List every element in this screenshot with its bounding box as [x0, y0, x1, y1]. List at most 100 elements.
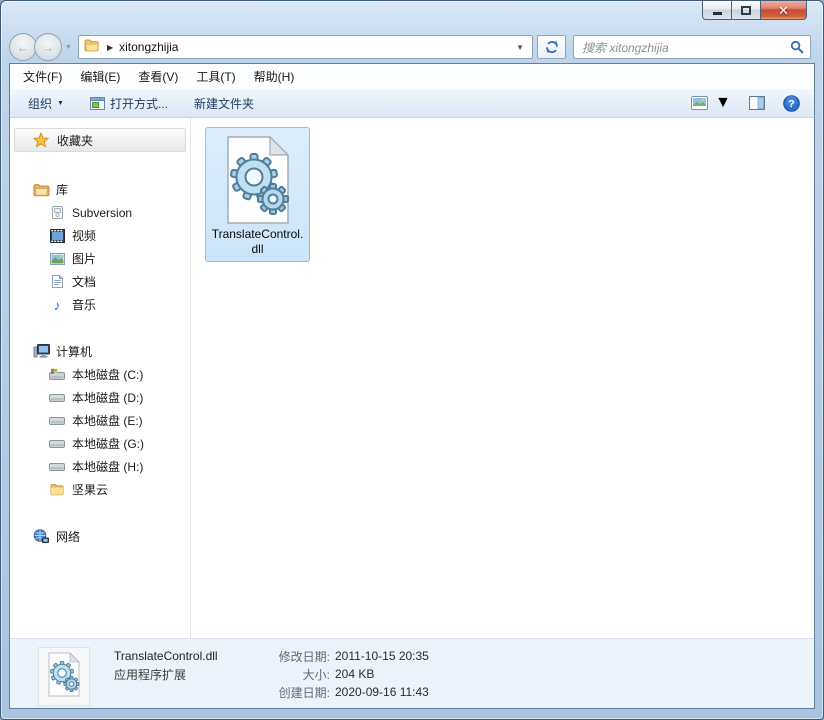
breadcrumb-path[interactable]: xitongzhijia	[119, 40, 512, 54]
explorer-body: 收藏夹 库	[10, 118, 814, 638]
sidebar-item-drive-d[interactable]: 本地磁盘 (D:)	[10, 386, 190, 409]
drive-e-label: 本地磁盘 (E:)	[72, 412, 143, 429]
preview-pane-button[interactable]	[745, 93, 769, 113]
window-controls: ✕	[702, 1, 807, 20]
address-bar[interactable]: ▶ xitongzhijia ▼	[78, 35, 533, 59]
help-button[interactable]: ?	[779, 92, 804, 115]
explorer-window: ✕ ← → ▼ ▶ xitongzhijia ▼	[0, 0, 824, 720]
sidebar-item-videos[interactable]: 视频	[10, 224, 190, 247]
new-folder-label: 新建文件夹	[194, 95, 254, 112]
search-placeholder: 搜索 xitongzhijia	[582, 39, 790, 56]
details-pane: TranslateControl.dll 应用程序扩展 修改日期: 2011-1…	[10, 638, 814, 708]
views-icon	[691, 96, 708, 110]
network-group: 网络	[10, 525, 190, 548]
system-drive-icon	[48, 368, 66, 381]
maximize-button[interactable]	[732, 1, 761, 20]
views-dropdown-icon: ▼	[715, 94, 731, 112]
star-icon	[33, 132, 49, 148]
computer-group: 计算机	[10, 340, 190, 501]
sidebar-item-drive-g[interactable]: 本地磁盘 (G:)	[10, 432, 190, 455]
pictures-label: 图片	[72, 250, 96, 267]
menu-edit[interactable]: 编辑(E)	[71, 65, 129, 88]
documents-icon	[48, 274, 66, 289]
forward-button[interactable]: →	[34, 33, 62, 61]
open-with-button[interactable]: 打开方式...	[82, 91, 176, 116]
subversion-library-icon	[48, 205, 66, 220]
drive-g-label: 本地磁盘 (G:)	[72, 435, 144, 452]
open-with-label: 打开方式...	[110, 95, 168, 112]
computer-label: 计算机	[56, 343, 92, 360]
forward-arrow-icon: →	[42, 40, 55, 55]
created-date-value: 2020-09-16 11:43	[335, 685, 429, 699]
new-folder-button[interactable]: 新建文件夹	[186, 91, 262, 116]
back-arrow-icon: ←	[17, 40, 30, 55]
breadcrumb-arrow-icon[interactable]: ▶	[107, 43, 113, 52]
close-button[interactable]: ✕	[761, 1, 807, 20]
sidebar-item-libraries[interactable]: 库	[10, 178, 190, 201]
libraries-icon	[32, 182, 50, 197]
views-button[interactable]: ▼	[687, 91, 735, 115]
minimize-button[interactable]	[702, 1, 732, 20]
subversion-label: Subversion	[72, 206, 132, 220]
created-date-label: 创建日期:	[266, 684, 330, 701]
sidebar-item-subversion[interactable]: Subversion	[10, 201, 190, 224]
documents-label: 文档	[72, 273, 96, 290]
videos-label: 视频	[72, 227, 96, 244]
size-label: 大小:	[266, 666, 330, 683]
menu-view[interactable]: 查看(V)	[129, 65, 187, 88]
drive-icon	[48, 391, 66, 404]
maximize-icon	[741, 6, 751, 15]
sidebar-item-nutstore[interactable]: 坚果云	[10, 478, 190, 501]
network-icon	[32, 529, 50, 544]
modified-date-value: 2011-10-15 20:35	[335, 649, 429, 663]
modified-date-label: 修改日期:	[266, 648, 330, 665]
file-name-label: TranslateControl.dll	[208, 227, 307, 257]
svg-text:?: ?	[788, 98, 794, 110]
details-text: TranslateControl.dll 应用程序扩展 修改日期: 2011-1…	[114, 647, 429, 701]
sidebar-item-drive-c[interactable]: 本地磁盘 (C:)	[10, 363, 190, 386]
preview-pane-icon	[749, 96, 765, 110]
drive-icon	[48, 414, 66, 427]
search-icon[interactable]	[790, 40, 804, 54]
close-icon: ✕	[778, 4, 789, 17]
music-icon: ♪	[48, 298, 66, 312]
menu-help[interactable]: 帮助(H)	[245, 65, 304, 88]
sidebar-item-drive-e[interactable]: 本地磁盘 (E:)	[10, 409, 190, 432]
menu-bar: 文件(F) 编辑(E) 查看(V) 工具(T) 帮助(H)	[10, 64, 814, 89]
favorites-label: 收藏夹	[57, 132, 93, 149]
minimize-icon	[713, 12, 722, 15]
navigation-bar: ← → ▼ ▶ xitongzhijia ▼ 搜索 xitongzhijia	[1, 31, 823, 63]
address-dropdown-icon[interactable]: ▼	[512, 43, 528, 52]
back-button[interactable]: ←	[9, 33, 37, 61]
title-bar[interactable]: ✕	[1, 1, 823, 31]
sidebar-item-drive-h[interactable]: 本地磁盘 (H:)	[10, 455, 190, 478]
command-bar: 组织 ▼ 打开方式... 新建文件夹	[10, 89, 814, 118]
drive-icon	[48, 460, 66, 473]
folder-icon	[48, 483, 66, 496]
refresh-button[interactable]	[537, 35, 566, 59]
sidebar-item-pictures[interactable]: 图片	[10, 247, 190, 270]
sidebar-item-favorites[interactable]: 收藏夹	[14, 128, 186, 152]
libraries-group: 库 Subversion	[10, 178, 190, 316]
computer-icon	[32, 344, 50, 359]
file-item-selected[interactable]: TranslateControl.dll	[205, 127, 310, 262]
network-label: 网络	[56, 528, 80, 545]
menu-tools[interactable]: 工具(T)	[187, 65, 244, 88]
details-file-name: TranslateControl.dll	[114, 647, 266, 665]
nutstore-label: 坚果云	[72, 481, 108, 498]
sidebar-item-music[interactable]: ♪ 音乐	[10, 293, 190, 316]
help-icon: ?	[783, 95, 800, 112]
dll-file-icon	[208, 131, 307, 227]
pictures-icon	[48, 253, 66, 265]
details-file-icon	[38, 647, 90, 706]
sidebar-item-computer[interactable]: 计算机	[10, 340, 190, 363]
organize-button[interactable]: 组织 ▼	[20, 91, 72, 116]
recent-pages-dropdown[interactable]: ▼	[65, 44, 72, 51]
organize-label: 组织	[28, 95, 52, 112]
sidebar-item-documents[interactable]: 文档	[10, 270, 190, 293]
search-input[interactable]: 搜索 xitongzhijia	[573, 35, 811, 59]
drive-d-label: 本地磁盘 (D:)	[72, 389, 143, 406]
sidebar-item-network[interactable]: 网络	[10, 525, 190, 548]
file-list-area[interactable]: TranslateControl.dll	[191, 118, 814, 638]
menu-file[interactable]: 文件(F)	[14, 65, 71, 88]
